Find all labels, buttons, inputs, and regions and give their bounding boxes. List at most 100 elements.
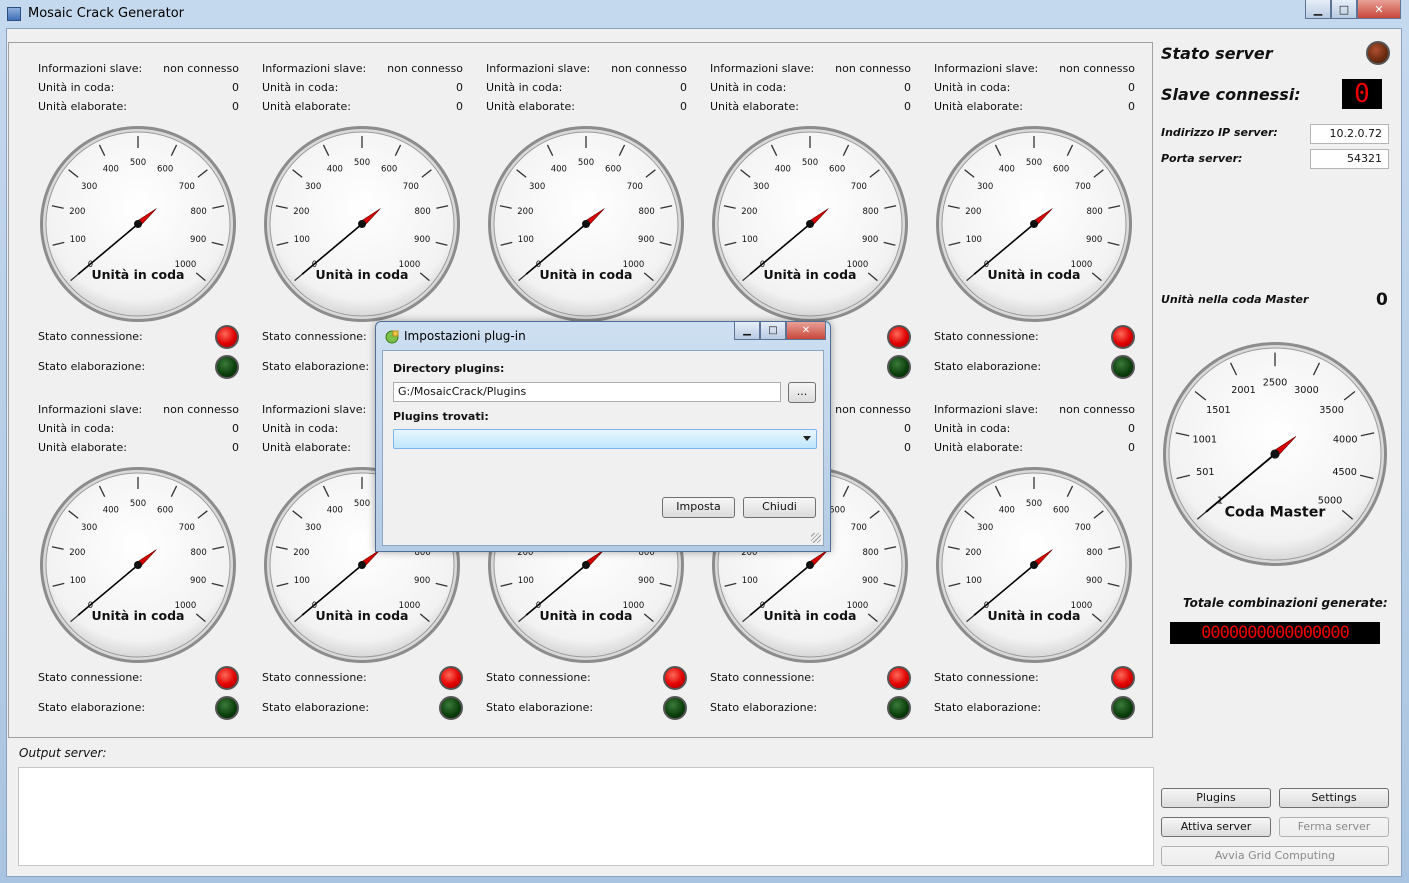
slave-info-label: Informazioni slave:	[710, 62, 815, 75]
slave-queue-value: 0	[680, 81, 687, 94]
gauge-tick-label: 500	[130, 158, 146, 168]
slave-queue-label: Unità in coda:	[486, 81, 563, 94]
processing-status-label: Stato elaborazione:	[934, 360, 1042, 373]
connection-status-label: Stato connessione:	[38, 671, 143, 684]
gauge-tick-label: 900	[1086, 235, 1102, 245]
slave-info-value: non connesso	[835, 403, 911, 416]
slave-processed-value: 0	[1128, 100, 1135, 113]
start-server-button[interactable]: Attiva server	[1161, 817, 1271, 837]
ip-field[interactable]: 10.2.0.72	[1310, 124, 1389, 144]
gauge-hub	[1270, 449, 1280, 459]
slave-queue-label: Unità in coda:	[38, 422, 115, 435]
gauge-hub	[1030, 220, 1038, 228]
server-status-led	[1366, 41, 1390, 65]
processing-status-label: Stato elaborazione:	[262, 360, 370, 373]
gauge-tick-label: 400	[551, 164, 567, 174]
gauge-tick-label: 700	[179, 523, 195, 533]
slave-queue-gauge: 01002003004005006007008009001000Unità in…	[712, 126, 908, 322]
gauge-hub	[582, 561, 590, 569]
ip-label: Indirizzo IP server:	[1161, 126, 1278, 139]
gauge-tick-label: 300	[753, 182, 769, 192]
processing-status-led	[439, 696, 463, 720]
plugins-button[interactable]: Plugins	[1161, 788, 1271, 808]
slave-queue-gauge: 01002003004005006007008009001000Unità in…	[40, 467, 236, 663]
gauge-tick-label: 200	[741, 207, 757, 217]
gauge-tick-label: 300	[81, 523, 97, 533]
gauge-tick-label: 200	[517, 207, 533, 217]
gauge-tick-label: 500	[578, 158, 594, 168]
gauge-tick-label: 800	[191, 548, 207, 558]
gauge-tick-label: 200	[293, 207, 309, 217]
processing-status-label: Stato elaborazione:	[934, 701, 1042, 714]
gauge-tick-label: 700	[1075, 523, 1091, 533]
gauge-tick-label: 600	[1053, 505, 1069, 515]
slave-queue-label: Unità in coda:	[710, 81, 787, 94]
plugins-found-label: Plugins trovati:	[393, 410, 489, 423]
slave-panel: Informazioni slave: non connesso Unità in …	[934, 62, 1140, 402]
gauge-tick-label: 2500	[1263, 378, 1288, 389]
gauge-title: Unità in coda	[539, 608, 632, 623]
slaves-connected-title: Slave connessi:	[1161, 85, 1301, 104]
gauge-tick-label: 800	[863, 207, 879, 217]
slave-processed-label: Unità elaborate:	[710, 100, 799, 113]
gauge-hub	[358, 220, 366, 228]
gauge-tick-label: 600	[829, 164, 845, 174]
gauge-tick-label: 500	[130, 499, 146, 509]
slave-processed-label: Unità elaborate:	[262, 441, 351, 454]
settings-button[interactable]: Settings	[1279, 788, 1389, 808]
gauge-tick-label: 800	[1087, 207, 1103, 217]
title-bar[interactable]: Mosaic Crack Generator ▁ □ ✕	[0, 0, 1409, 28]
slave-processed-value: 0	[1128, 441, 1135, 454]
resize-grip[interactable]	[811, 533, 821, 543]
dialog-close-action-button[interactable]: Chiudi	[743, 497, 816, 518]
slave-info-value: non connesso	[163, 62, 239, 75]
plugins-found-combo[interactable]	[393, 429, 817, 449]
gauge-tick-label: 700	[851, 182, 867, 192]
gauge-title: Unità in coda	[763, 267, 856, 282]
total-label: Totale combinazioni generate:	[1183, 596, 1388, 610]
slave-panel: Informazioni slave: non connesso Unità in …	[934, 403, 1140, 743]
processing-status-led	[215, 355, 239, 379]
app-icon	[7, 7, 21, 21]
plugin-icon	[385, 330, 399, 344]
dialog-minimize-button[interactable]: ▁	[734, 322, 760, 340]
dialog-close-button[interactable]: ✕	[786, 322, 826, 340]
browse-button[interactable]: ...	[788, 382, 816, 403]
processing-status-label: Stato elaborazione:	[262, 701, 370, 714]
set-button[interactable]: Imposta	[662, 497, 735, 518]
slave-info-value: non connesso	[1059, 403, 1135, 416]
gauge-tick-label: 900	[862, 235, 878, 245]
gauge-title: Unità in coda	[315, 267, 408, 282]
connection-status-label: Stato connessione:	[38, 330, 143, 343]
gauge-title: Unità in coda	[763, 608, 856, 623]
chevron-down-icon	[803, 436, 811, 441]
grid-computing-button[interactable]: Avvia Grid Computing	[1161, 846, 1389, 866]
gauge-tick-label: 100	[742, 235, 758, 245]
slaves-count-display: 0	[1342, 79, 1382, 109]
gauge-title: Unità in coda	[987, 267, 1080, 282]
gauge-tick-label: 600	[1053, 164, 1069, 174]
close-button[interactable]: ✕	[1357, 0, 1401, 19]
slave-processed-label: Unità elaborate:	[486, 100, 575, 113]
gauge-tick-label: 200	[69, 548, 85, 558]
gauge-hub	[582, 220, 590, 228]
plugin-directory-input[interactable]: G:/MosaicCrack/Plugins	[393, 382, 781, 402]
gauge-title: Unità in coda	[91, 267, 184, 282]
gauge-title: Unità in coda	[91, 608, 184, 623]
connection-status-led	[887, 325, 911, 349]
gauge-tick-label: 1501	[1206, 405, 1231, 416]
dialog-maximize-button[interactable]: □	[760, 322, 786, 340]
gauge-tick-label: 100	[742, 576, 758, 586]
gauge-tick-label: 900	[638, 576, 654, 586]
gauge-tick-label: 500	[1026, 499, 1042, 509]
gauge-tick-label: 300	[305, 182, 321, 192]
slave-info-label: Informazioni slave:	[934, 403, 1039, 416]
minimize-button[interactable]: ▁	[1305, 0, 1331, 19]
master-queue-value: 0	[1376, 290, 1388, 310]
stop-server-button[interactable]: Ferma server	[1279, 817, 1389, 837]
maximize-button[interactable]: □	[1331, 0, 1357, 19]
gauge-tick-label: 700	[851, 523, 867, 533]
slave-processed-value: 0	[680, 100, 687, 113]
output-textarea[interactable]	[18, 767, 1154, 866]
port-field[interactable]: 54321	[1310, 149, 1389, 169]
